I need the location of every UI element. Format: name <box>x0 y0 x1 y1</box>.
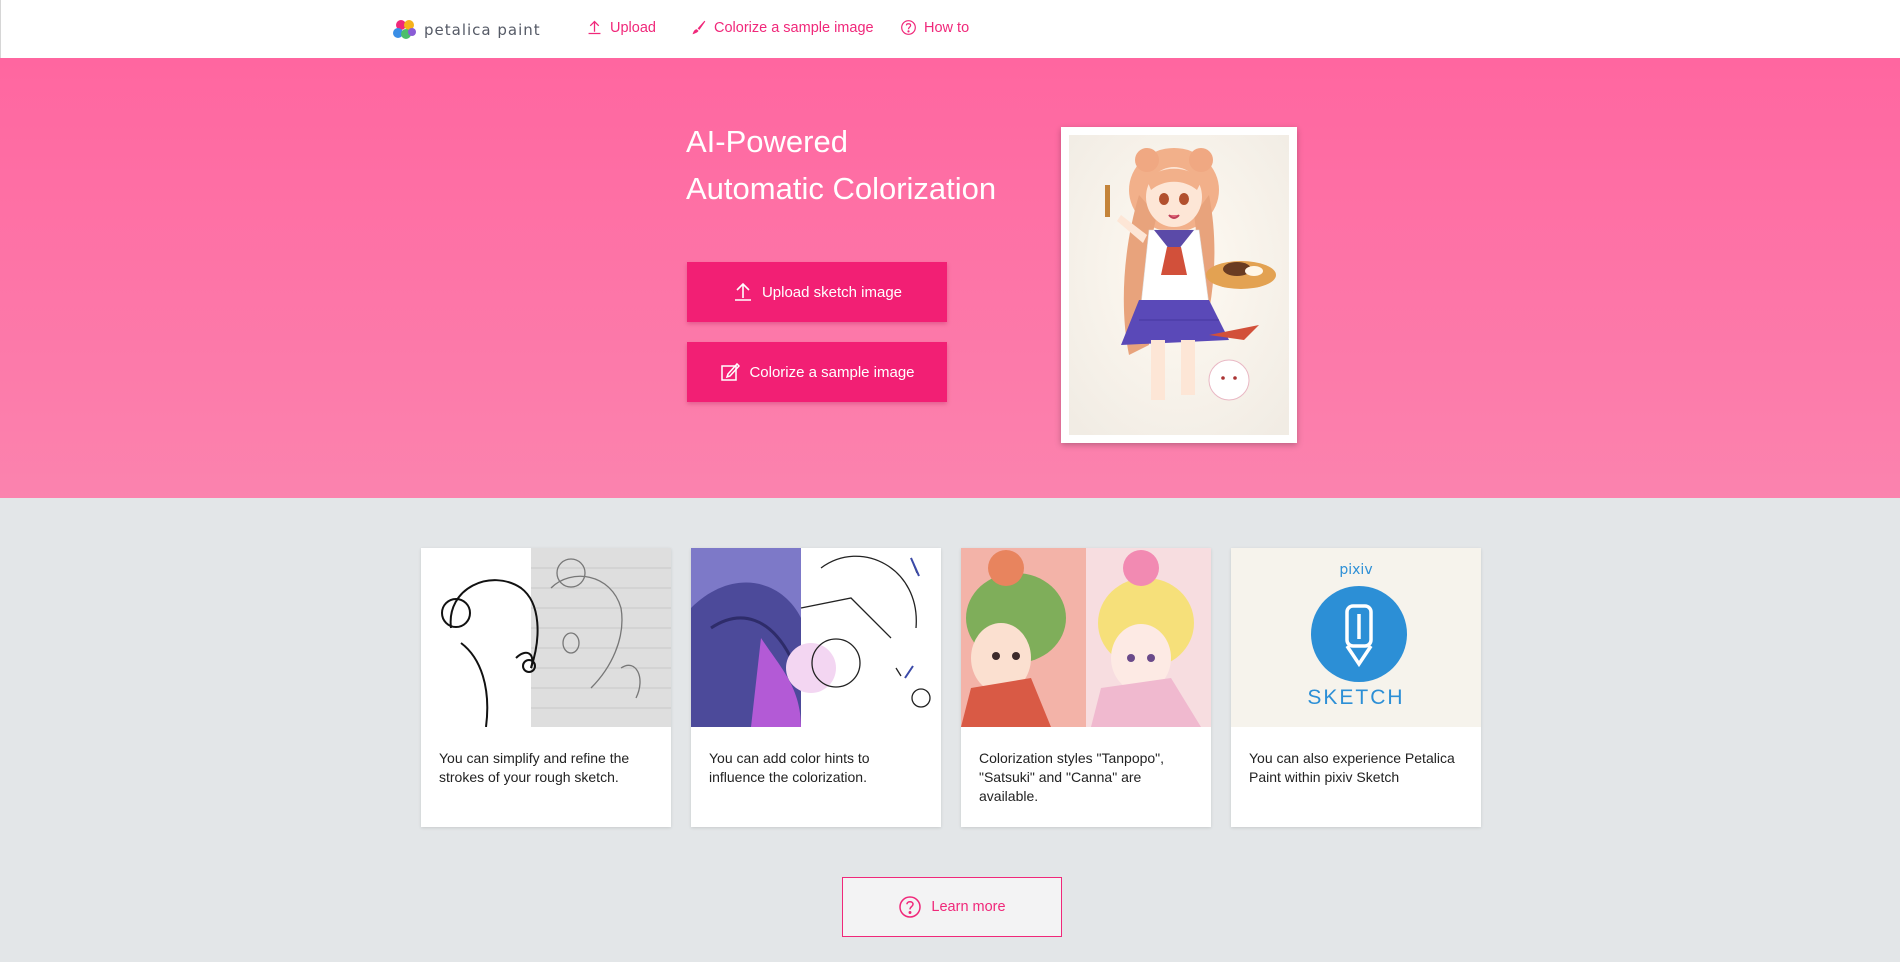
nav-colorize-sample-label: Colorize a sample image <box>714 19 874 36</box>
feature-text-color-hints: You can add color hints to influence the… <box>709 750 870 785</box>
upload-icon <box>588 20 601 35</box>
color-hints-image <box>691 548 941 727</box>
sample-colorized-preview <box>1061 127 1297 443</box>
learn-more-button[interactable]: Learn more <box>842 877 1062 937</box>
styles-comparison-image <box>961 548 1211 727</box>
feature-text-refine: You can simplify and refine the strokes … <box>439 750 630 785</box>
brush-icon <box>692 20 706 35</box>
feature-card-color-hints[interactable]: You can add color hints to influence the… <box>691 548 941 827</box>
feature-card-refine[interactable]: You can simplify and refine the strokes … <box>421 548 671 827</box>
nav-colorize-sample[interactable]: Colorize a sample image <box>690 19 874 36</box>
nav-how-to-label: How to <box>924 19 970 36</box>
pixiv-sketch-logo-image: pixiv SKETCH <box>1231 548 1481 727</box>
colorize-sample-button[interactable]: Colorize a sample image <box>687 342 947 402</box>
learn-more-label: Learn more <box>931 899 1006 915</box>
pixiv-wordmark: pixiv <box>1339 562 1373 578</box>
colorization-styles-image <box>961 548 1211 727</box>
feature-card-styles[interactable]: Colorization styles "Tanpopo", "Satsuki"… <box>961 548 1211 827</box>
question-circle-icon <box>901 20 916 35</box>
hero-title-line2: Automatic Colorization <box>686 171 997 206</box>
sketch-comparison-image <box>421 548 671 727</box>
sketch-wordmark: SKETCH <box>1307 686 1405 709</box>
upload-sketch-button[interactable]: Upload sketch image <box>687 262 947 322</box>
pencil-circle-icon <box>1311 586 1407 682</box>
feature-text-styles: Colorization styles "Tanpopo", "Satsuki"… <box>979 750 1165 804</box>
edit-icon <box>721 362 741 381</box>
anime-girl-illustration <box>1069 135 1289 435</box>
color-hint-comparison-image <box>691 548 941 727</box>
feature-text-pixiv: You can also experience Petalica Paint w… <box>1249 750 1455 785</box>
nav-upload[interactable]: Upload <box>586 19 656 36</box>
question-circle-icon <box>899 896 922 918</box>
hero-title-line1: AI-Powered <box>686 124 848 159</box>
hero-section: AI-Powered Automatic Colorization Upload… <box>0 58 1900 498</box>
petal-logo-icon <box>393 20 416 39</box>
petalica-logo[interactable]: petalica paint <box>392 19 541 41</box>
nav-upload-label: Upload <box>610 19 656 36</box>
logo-text: petalica paint <box>424 21 541 39</box>
upload-sketch-label: Upload sketch image <box>761 283 903 301</box>
feature-card-pixiv-sketch[interactable]: pixiv SKETCH You can also experience Pet… <box>1231 548 1481 827</box>
nav-how-to[interactable]: How to <box>900 19 969 36</box>
colorize-sample-label: Colorize a sample image <box>749 363 915 381</box>
refine-sketch-image <box>421 548 671 727</box>
top-navbar: petalica paint Upload Colorize a sample … <box>0 0 1900 58</box>
upload-icon <box>734 282 751 301</box>
